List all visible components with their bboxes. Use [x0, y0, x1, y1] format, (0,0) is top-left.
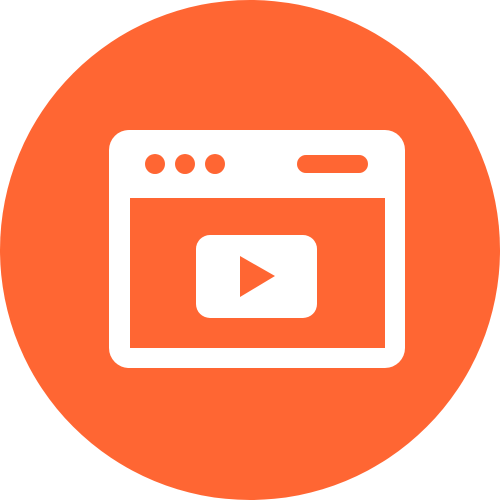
- play-button-icon: [196, 235, 317, 318]
- window-dot-3: [205, 154, 225, 174]
- window-dot-2: [175, 154, 195, 174]
- address-bar-icon: [297, 155, 368, 173]
- window-dot-1: [145, 154, 165, 174]
- browser-video-icon-graphic: [0, 0, 500, 500]
- browser-video-icon: [0, 0, 500, 500]
